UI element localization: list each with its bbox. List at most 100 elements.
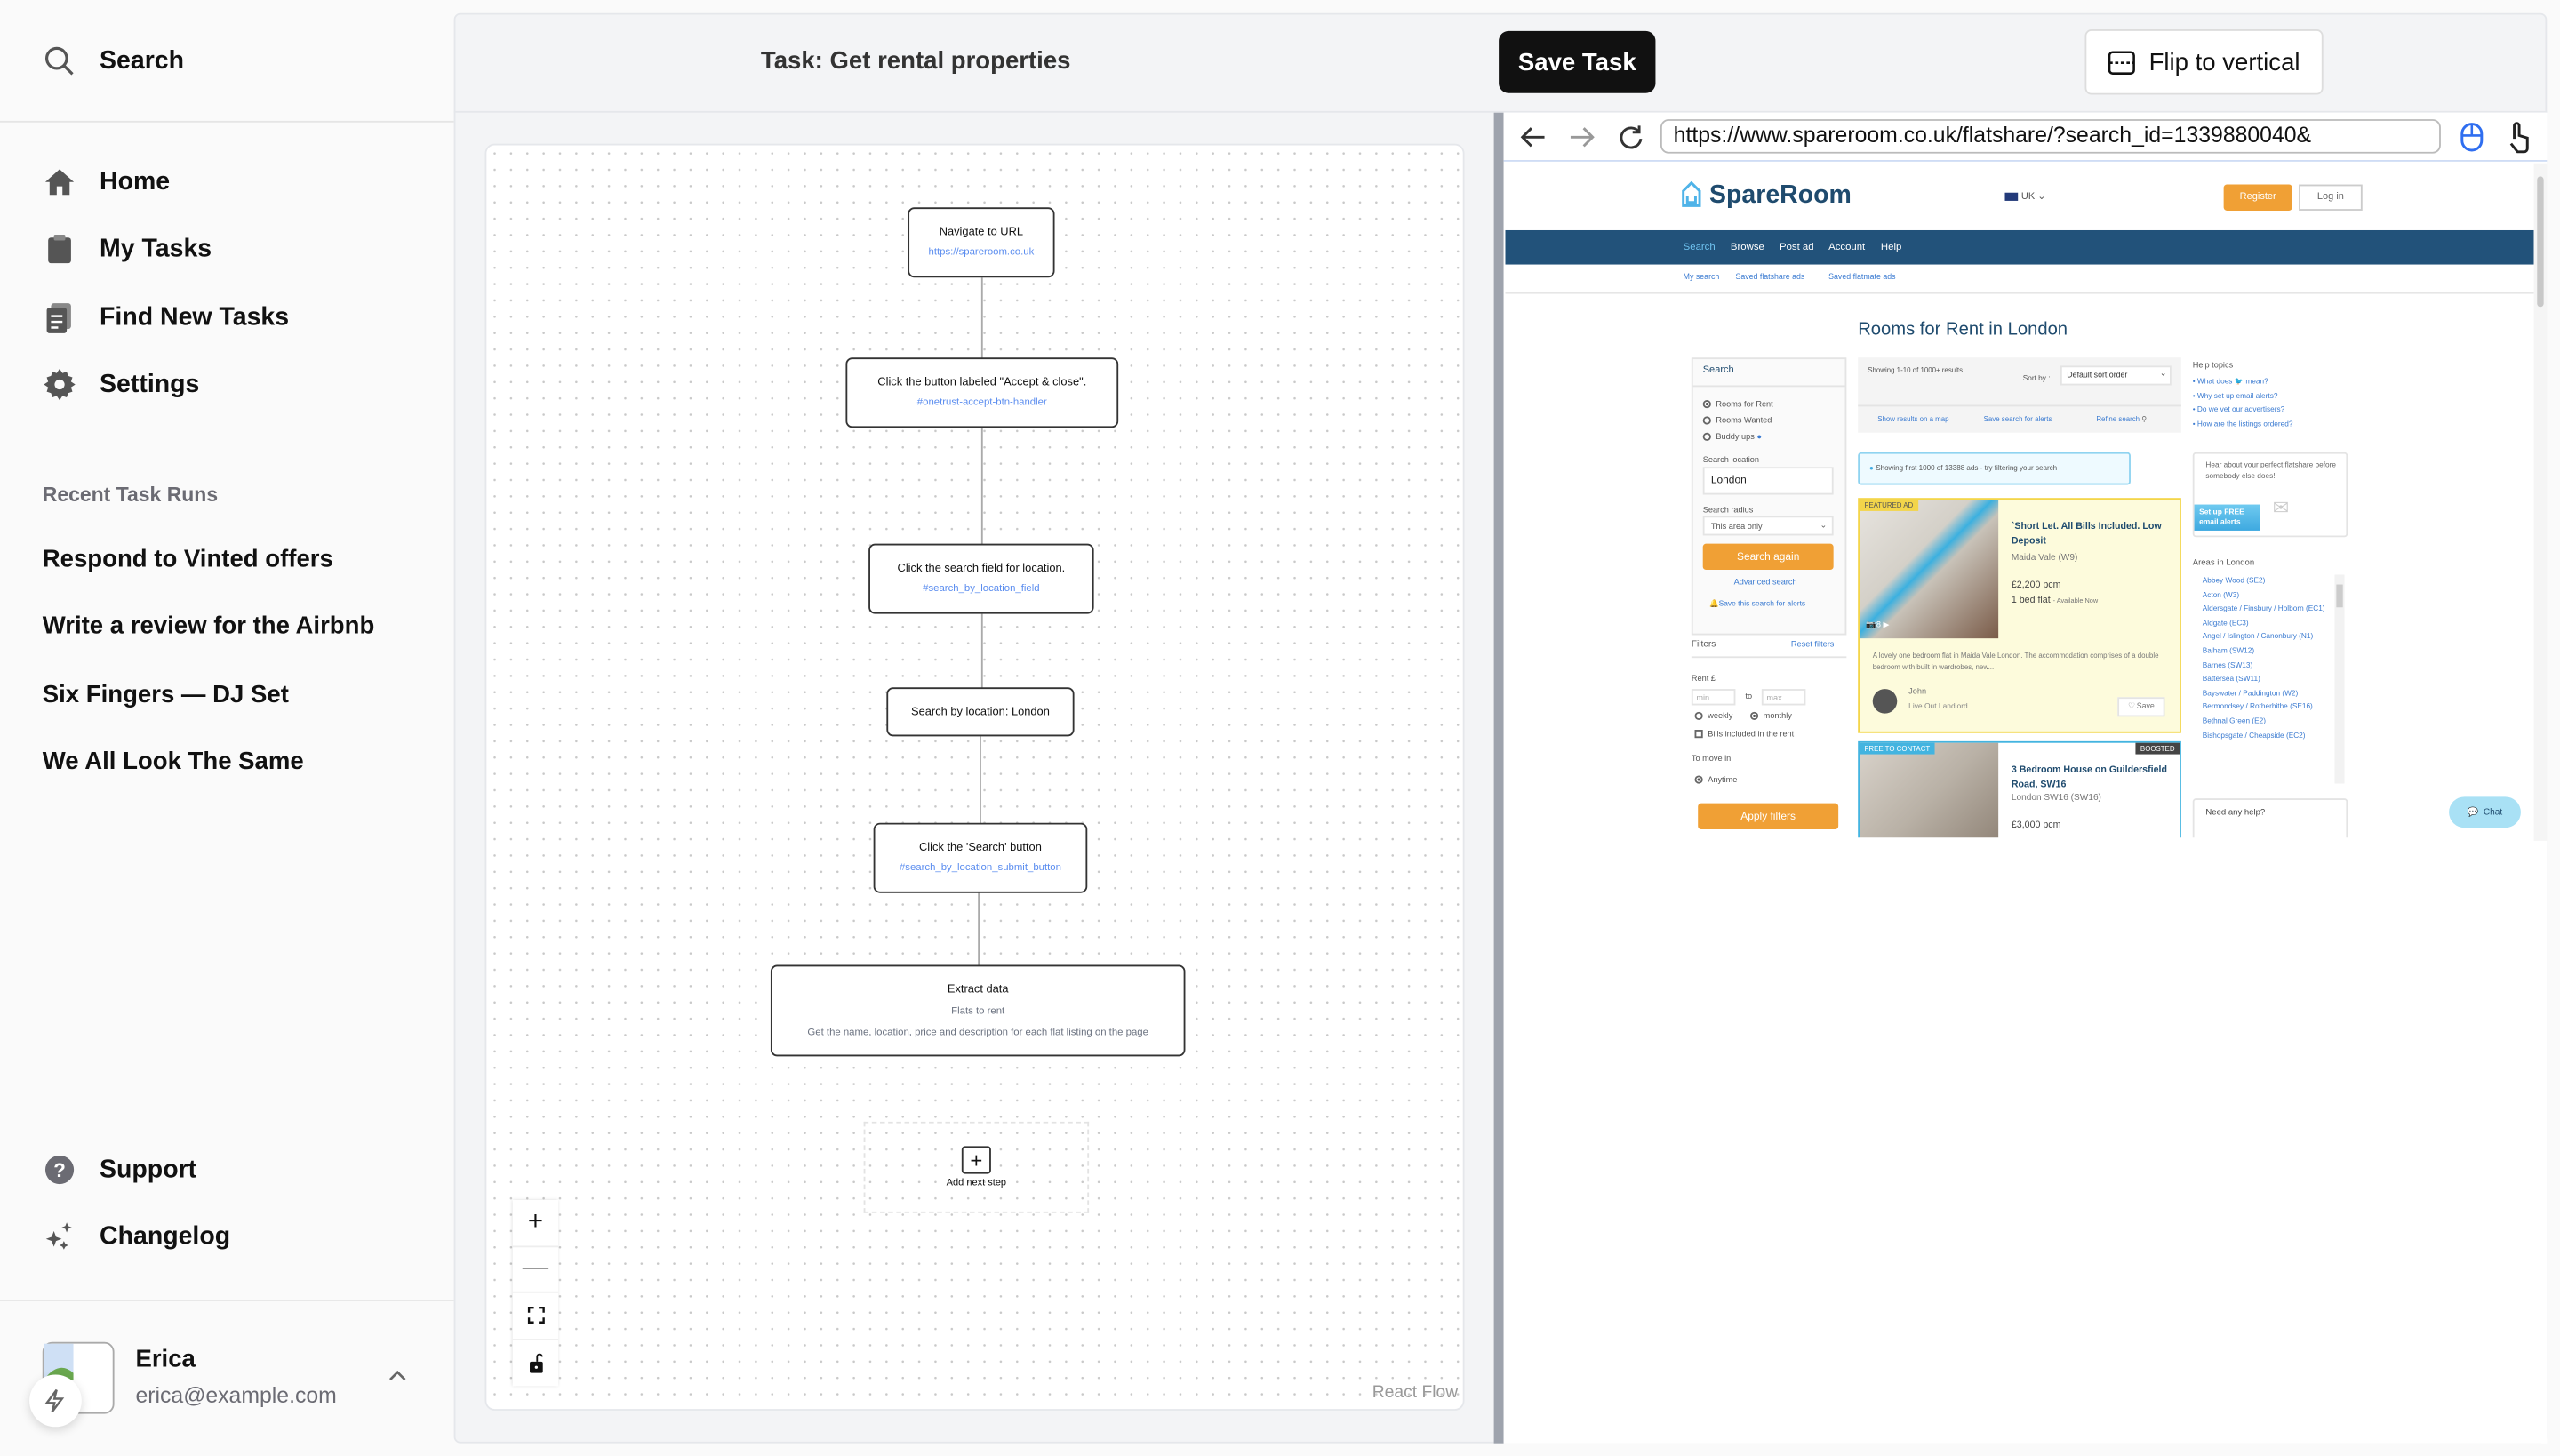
help-topic-link[interactable]: • Do we vet our advertisers? [2193,405,2285,413]
mouse-icon[interactable] [2460,123,2484,152]
chat-button[interactable]: 💬 Chat [2449,796,2521,828]
location-input[interactable]: London [1702,467,1834,495]
flow-canvas[interactable]: Navigate to URL https://spareroom.co.uk … [484,143,1465,1411]
area-link[interactable]: Bishopsgate / Cheapside (EC2) [2203,729,2337,743]
nav-browse[interactable]: Browse [1731,242,1764,253]
react-flow-attribution[interactable]: React Flow [1372,1383,1458,1403]
flow-node-click-search-button[interactable]: Click the 'Search' button #search_by_loc… [873,822,1088,893]
zoom-in-button[interactable]: + [512,1200,559,1247]
area-link[interactable]: Bayswater / Paddington (W2) [2203,687,2337,701]
area-link[interactable]: Barnes (SW13) [2203,659,2337,673]
sidebar-item-my-tasks[interactable]: My Tasks [43,232,212,267]
lock-button[interactable] [513,1340,558,1386]
areas-list[interactable]: Abbey Wood (SE2) Acton (W3) Aldersgate /… [2193,574,2348,784]
add-next-step[interactable]: + Add next step [863,1121,1090,1213]
flow-node-search-location[interactable]: Search by location: London [886,687,1075,737]
rent-min-input[interactable]: min [1691,689,1736,706]
nav-help[interactable]: Help [1881,242,1901,253]
help-topic-link[interactable]: • What does 🐦 mean? [2193,377,2268,387]
area-link[interactable]: Aldgate (EC3) [2203,617,2337,631]
flip-to-vertical-button[interactable]: Flip to vertical [2084,29,2324,95]
radio-monthly[interactable]: monthly [1749,711,1792,722]
reset-filters-link[interactable]: Reset filters [1791,640,1835,650]
login-button[interactable]: Log in [2299,184,2363,211]
locale-selector[interactable]: UK ⌄ [2004,191,2046,203]
sort-select[interactable]: Default sort order ⌄ [2060,365,2172,386]
zoom-out-button[interactable]: — [512,1246,559,1293]
nav-search[interactable]: Search [1684,242,1716,253]
sidebar-item-find-new-tasks[interactable]: Find New Tasks [43,300,289,335]
setup-alerts-cta[interactable]: Set up FREE email alerts [2194,504,2260,531]
nav-post-ad[interactable]: Post ad [1780,242,1814,253]
area-link[interactable]: Balham (SW12) [2203,644,2337,659]
sidebar-item-home[interactable]: Home [43,165,170,200]
listing-photo[interactable] [1860,500,1999,639]
back-arrow-icon[interactable] [1520,125,1546,148]
listing-card[interactable]: FEATURED AD 📷8 ▶ `Short Let. All Bills I… [1858,498,2181,733]
refine-search-link[interactable]: Refine search ⚲ [2096,415,2147,425]
area-link[interactable]: Angel / Islington / Canonbury (N1) [2203,631,2337,645]
page-scrollbar[interactable] [2533,163,2548,841]
flow-edge [978,892,980,967]
resize-handle[interactable] [1493,112,1504,1444]
nav-account[interactable]: Account [1828,242,1865,253]
email-alerts-promo[interactable]: Hear about your perfect flatshare before… [2192,452,2348,538]
recent-task-item[interactable]: Respond to Vinted offers [43,545,333,572]
flow-node-extract-data[interactable]: Extract data Flats to rent Get the name,… [770,964,1186,1057]
radius-select[interactable]: This area only ⌄ [1702,516,1834,536]
plus-icon[interactable]: + [961,1146,991,1174]
listing-title[interactable]: `Short Let. All Bills Included. Low Depo… [2012,521,2175,549]
reload-icon[interactable] [1618,124,1644,150]
advanced-search-link[interactable]: Advanced search [1734,578,1797,588]
sidebar-item-settings[interactable]: Settings [43,367,200,402]
fit-view-button[interactable] [512,1293,559,1340]
radio-rooms-wanted[interactable]: Rooms Wanted [1702,416,1772,426]
spareroom-logo[interactable]: SpareRoom [1709,181,1852,211]
area-link[interactable]: Abbey Wood (SE2) [2203,575,2337,589]
browser-toolbar: https://www.spareroom.co.uk/flatshare/?s… [1503,112,2548,162]
quick-action-button[interactable] [29,1374,82,1428]
help-topic-link[interactable]: • How are the listings ordered? [2193,420,2293,428]
url-input[interactable]: https://www.spareroom.co.uk/flatshare/?s… [1660,119,2441,154]
subnav-my-search[interactable]: My search [1684,275,1720,283]
flow-controls: + — [512,1199,559,1387]
subnav-saved-flatshare[interactable]: Saved flatshare ads [1735,275,1804,283]
save-task-button[interactable]: Save Task [1499,30,1656,93]
chevron-up-icon[interactable] [388,1370,406,1383]
help-topic-link[interactable]: • Why set up email alerts? [2193,392,2278,400]
register-button[interactable]: Register [2223,184,2292,211]
search-again-button[interactable]: Search again [1702,543,1834,571]
recent-task-item[interactable]: Write a review for the Airbnb [43,612,375,640]
recent-task-item[interactable]: Six Fingers — DJ Set [43,681,289,708]
radio-weekly[interactable]: weekly [1694,711,1732,722]
radio-buddy-ups[interactable]: Buddy ups ● [1702,432,1762,443]
recent-task-item[interactable]: We All Look The Same [43,748,304,775]
flow-node-click-search-field[interactable]: Click the search field for location. #se… [868,543,1094,614]
sidebar-item-changelog[interactable]: Changelog [43,1220,230,1254]
area-link[interactable]: Bermondsey / Rotherhithe (SE16) [2203,701,2337,716]
browser-preview: https://www.spareroom.co.uk/flatshare/?s… [1503,112,2548,1444]
flow-node-click-accept[interactable]: Click the button labeled "Accept & close… [845,357,1119,428]
sidebar-item-support[interactable]: ? Support [43,1153,196,1188]
save-search-link[interactable]: Save search for alerts [1984,415,2052,423]
area-link[interactable]: Bethnal Green (E2) [2203,715,2337,729]
rent-max-input[interactable]: max [1761,689,1806,706]
flow-node-navigate[interactable]: Navigate to URL https://spareroom.co.uk [908,207,1055,278]
save-listing-button[interactable]: ♡ Save [2117,697,2165,717]
search-button[interactable]: Search [43,44,184,79]
radio-anytime[interactable]: Anytime [1694,775,1737,785]
save-search-alerts-link[interactable]: 🔔Save this search for alerts [1709,599,1805,609]
show-map-link[interactable]: Show results on a map [1877,415,1948,423]
area-link[interactable]: Battersea (SW11) [2203,673,2337,687]
forward-arrow-icon[interactable] [1569,125,1595,148]
touch-hand-icon[interactable] [2506,121,2532,154]
bills-included-checkbox[interactable]: Bills included in the rent [1694,730,1794,740]
listing-photo[interactable] [1860,742,1999,838]
area-link[interactable]: Aldersgate / Finsbury / Holborn (EC1) [2203,603,2337,617]
radio-rooms-for-rent[interactable]: Rooms for Rent [1702,399,1773,410]
area-link[interactable]: Acton (W3) [2203,588,2337,603]
apply-filters-button[interactable]: Apply filters [1698,803,1839,830]
listing-title[interactable]: 3 Bedroom House on Guildersfield Road, S… [2012,764,2175,793]
subnav-saved-flatmate[interactable]: Saved flatmate ads [1828,275,1895,283]
listing-card[interactable]: FREE TO CONTACT BOOSTED 3 Bedroom House … [1858,740,2181,838]
